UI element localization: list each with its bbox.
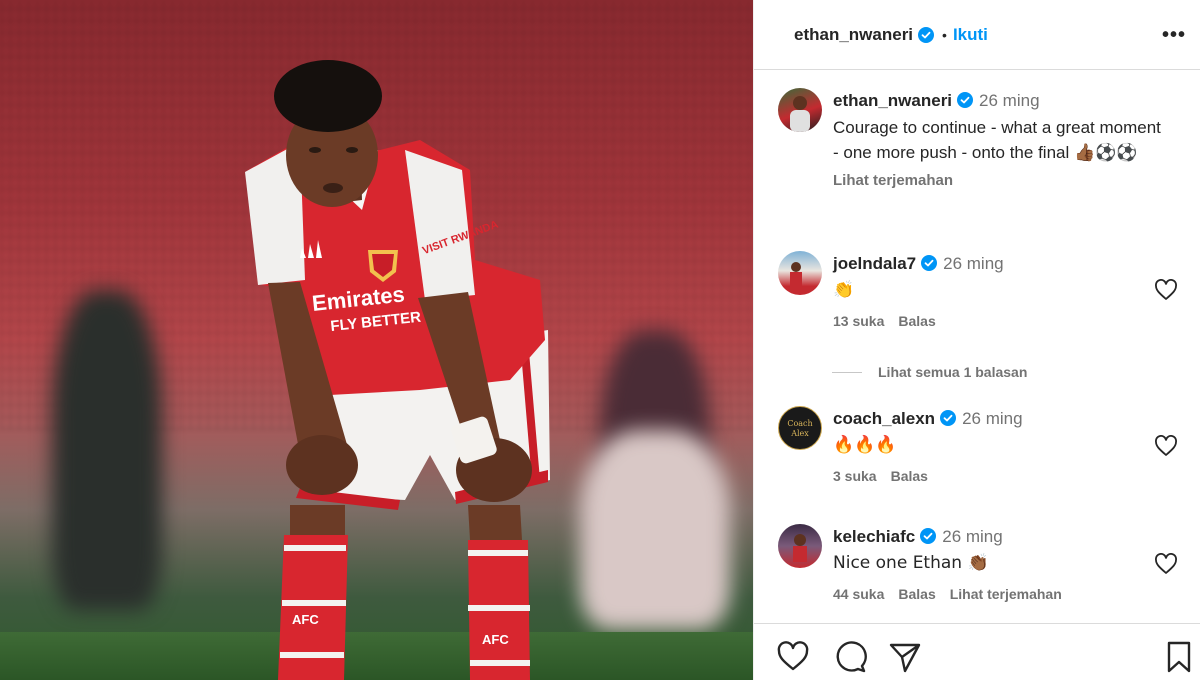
comment-username[interactable]: coach_alexn xyxy=(833,409,935,428)
heart-icon[interactable] xyxy=(1154,435,1178,457)
like-count[interactable]: 3 suka xyxy=(833,468,877,484)
reply-button[interactable]: Balas xyxy=(891,468,928,484)
view-replies-link[interactable]: Lihat semua 1 balasan xyxy=(832,364,1027,380)
verified-icon xyxy=(940,410,957,426)
avatar[interactable] xyxy=(778,88,822,132)
heart-icon[interactable] xyxy=(776,640,810,674)
verified-icon xyxy=(921,255,938,271)
post-author-username[interactable]: ethan_nwaneri xyxy=(794,25,913,45)
replies-divider xyxy=(832,371,862,373)
comment-body: joelndala7 26 ming 👏 13 suka Balas xyxy=(833,251,1163,329)
sock-text-right: AFC xyxy=(482,632,509,647)
post-caption: ethan_nwaneri 26 ming Courage to continue… xyxy=(778,88,1178,223)
follow-button[interactable]: Ikuti xyxy=(953,25,988,45)
comment-text: 🔥🔥🔥 xyxy=(833,435,897,455)
like-count[interactable]: 44 suka xyxy=(833,586,884,602)
avatar[interactable] xyxy=(778,524,822,568)
translate-link[interactable]: Lihat terjemahan xyxy=(950,586,1062,602)
more-icon[interactable]: ••• xyxy=(1162,24,1186,47)
comment-item: joelndala7 26 ming 👏 13 suka Balas xyxy=(778,251,1178,341)
comment-time[interactable]: 26 ming xyxy=(962,409,1022,428)
comment-time[interactable]: 26 ming xyxy=(943,254,1003,273)
comment-body: kelechiafc 26 ming Nice one Ethan 👏🏾 44 s… xyxy=(833,524,1163,602)
caption-username[interactable]: ethan_nwaneri xyxy=(833,91,952,110)
action-bar xyxy=(754,623,1200,680)
comment-body: coach_alexn 26 ming 🔥🔥🔥 3 suka Balas xyxy=(833,406,1163,484)
verified-icon xyxy=(957,92,974,108)
comment-text: 👏 xyxy=(833,280,855,300)
comment-meta: 44 suka Balas Lihat terjemahan xyxy=(833,586,1163,602)
post-side-panel: ethan_nwaneri • Ikuti ••• ethan_nwaneri 2… xyxy=(753,0,1200,680)
caption-body: ethan_nwaneri 26 ming Courage to continue… xyxy=(833,88,1163,189)
view-replies-label[interactable]: Lihat semua 1 balasan xyxy=(878,364,1027,380)
comment-icon[interactable] xyxy=(833,640,867,674)
comment-time[interactable]: 26 ming xyxy=(942,527,1002,546)
caption-time[interactable]: 26 ming xyxy=(979,91,1039,110)
separator-dot: • xyxy=(942,26,947,43)
share-icon[interactable] xyxy=(888,640,922,674)
comment-meta: 3 suka Balas xyxy=(833,468,1163,484)
caption-emoji: 👍🏾⚽⚽ xyxy=(1073,143,1138,163)
heart-icon[interactable] xyxy=(1154,553,1178,575)
bookmark-icon[interactable] xyxy=(1164,640,1194,674)
comment-text: Nice one Ethan 👏🏾 xyxy=(833,553,989,573)
reply-button[interactable]: Balas xyxy=(898,586,935,602)
post-header: ethan_nwaneri • Ikuti ••• xyxy=(754,0,1200,70)
avatar[interactable]: Coach Alex xyxy=(778,406,822,450)
like-count[interactable]: 13 suka xyxy=(833,313,884,329)
comment-username[interactable]: kelechiafc xyxy=(833,527,915,546)
sock-text-left: AFC xyxy=(292,612,319,627)
comment-meta: 13 suka Balas xyxy=(833,313,1163,329)
comment-item: kelechiafc 26 ming Nice one Ethan 👏🏾 44 s… xyxy=(778,524,1178,614)
translate-link[interactable]: Lihat terjemahan xyxy=(833,172,1163,189)
caption-text: Courage to continue - what a great momen… xyxy=(833,115,1163,166)
verified-icon xyxy=(920,528,937,544)
post-photo[interactable]: Emirates FLY BETTER VISIT RWANDA AFC AFC xyxy=(0,0,753,680)
reply-button[interactable]: Balas xyxy=(898,313,935,329)
comment-item: Coach Alex coach_alexn 26 ming 🔥🔥🔥 3 suka… xyxy=(778,406,1178,496)
avatar-text: Coach Alex xyxy=(787,419,813,438)
heart-icon[interactable] xyxy=(1154,279,1178,301)
avatar[interactable] xyxy=(778,251,822,295)
player-figure: Emirates FLY BETTER VISIT RWANDA AFC AFC xyxy=(245,60,550,680)
comment-username[interactable]: joelndala7 xyxy=(833,254,916,273)
verified-icon xyxy=(918,26,935,43)
